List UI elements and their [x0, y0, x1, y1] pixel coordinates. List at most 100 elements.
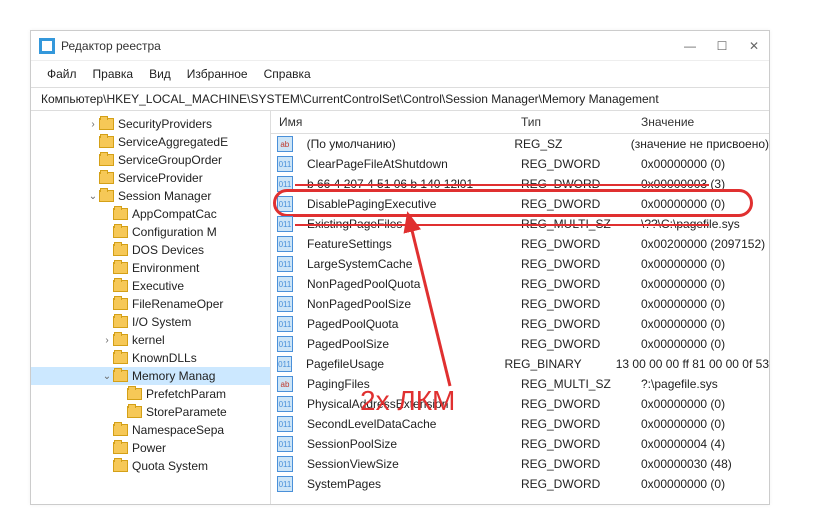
- content-area: ›SecurityProvidersServiceAggregatedE Serv…: [31, 111, 769, 504]
- value-row[interactable]: 011NonPagedPoolSizeREG_DWORD0x00000000 (…: [271, 294, 769, 314]
- value-type: REG_SZ: [514, 137, 630, 151]
- binary-value-icon: 011: [277, 296, 293, 312]
- binary-value-icon: 011: [277, 256, 293, 272]
- folder-icon: [113, 280, 128, 292]
- value-data: 0x00000000 (0): [641, 197, 769, 211]
- value-row[interactable]: 011PagedPoolQuotaREG_DWORD0x00000000 (0): [271, 314, 769, 334]
- values-pane: Имя Тип Значение ab(По умолчанию)REG_SZ(…: [271, 111, 769, 504]
- value-row[interactable]: 011SessionPoolSizeREG_DWORD0x00000004 (4…: [271, 434, 769, 454]
- minimize-button[interactable]: —: [683, 39, 697, 53]
- col-header-value[interactable]: Значение: [641, 115, 769, 129]
- tree-item[interactable]: ⌄ Session Manager: [31, 187, 270, 205]
- value-row[interactable]: 011PagefileUsageREG_BINARY13 00 00 00 ff…: [271, 354, 769, 374]
- tree-item[interactable]: ›SecurityProviders: [31, 115, 270, 133]
- string-value-icon: ab: [277, 136, 293, 152]
- tree-item-label: Configuration M: [132, 225, 217, 239]
- tree-item-label: ServiceGroupOrder: [118, 153, 222, 167]
- tree-item[interactable]: PrefetchParam: [31, 385, 270, 403]
- caret-down-icon[interactable]: ⌄: [101, 371, 113, 382]
- tree-item[interactable]: StoreParamete: [31, 403, 270, 421]
- caret-right-icon[interactable]: ›: [87, 119, 99, 130]
- folder-icon: [113, 370, 128, 382]
- value-type: REG_DWORD: [521, 417, 641, 431]
- tree-item-label: Power: [132, 441, 166, 455]
- value-row[interactable]: 011NonPagedPoolQuotaREG_DWORD0x00000000 …: [271, 274, 769, 294]
- tree-item-label: StoreParamete: [146, 405, 227, 419]
- value-name: ClearPageFileAtShutdown: [299, 157, 521, 171]
- maximize-button[interactable]: ☐: [715, 39, 729, 53]
- col-header-type[interactable]: Тип: [521, 115, 641, 129]
- value-type: REG_DWORD: [521, 397, 641, 411]
- value-name: SystemPages: [299, 477, 521, 491]
- folder-icon: [99, 190, 114, 202]
- menu-edit[interactable]: Правка: [87, 65, 140, 83]
- value-name: b 66 4 207 4 51 06 b 140 12l01: [299, 177, 521, 191]
- menu-favorites[interactable]: Избранное: [181, 65, 254, 83]
- string-value-icon: ab: [277, 376, 293, 392]
- col-header-name[interactable]: Имя: [271, 115, 521, 129]
- value-name: ExistingPageFiles: [299, 217, 521, 231]
- value-data: 0x00000000 (0): [641, 297, 769, 311]
- value-row[interactable]: ab(По умолчанию)REG_SZ(значение не присв…: [271, 134, 769, 154]
- caret-right-icon[interactable]: ›: [101, 335, 113, 346]
- tree-item[interactable]: NamespaceSepa: [31, 421, 270, 439]
- app-icon: [39, 38, 55, 54]
- tree-item[interactable]: KnownDLLs: [31, 349, 270, 367]
- caret-down-icon[interactable]: ⌄: [87, 191, 99, 202]
- folder-icon: [113, 442, 128, 454]
- tree-item[interactable]: Power: [31, 439, 270, 457]
- value-name: DisablePagingExecutive: [299, 197, 521, 211]
- value-type: REG_BINARY: [504, 357, 615, 371]
- binary-value-icon: 011: [277, 396, 293, 412]
- value-data: 0x00000003 (3): [641, 177, 769, 191]
- value-row[interactable]: 011SessionViewSizeREG_DWORD0x00000030 (4…: [271, 454, 769, 474]
- menu-help[interactable]: Справка: [258, 65, 317, 83]
- value-row[interactable]: 011ClearPageFileAtShutdownREG_DWORD0x000…: [271, 154, 769, 174]
- tree-item[interactable]: Environment: [31, 259, 270, 277]
- value-name: SecondLevelDataCache: [299, 417, 521, 431]
- value-row[interactable]: abPagingFilesREG_MULTI_SZ?:\pagefile.sys: [271, 374, 769, 394]
- value-row[interactable]: 011LargeSystemCacheREG_DWORD0x00000000 (…: [271, 254, 769, 274]
- tree-item[interactable]: Executive: [31, 277, 270, 295]
- tree-item[interactable]: ServiceGroupOrder: [31, 151, 270, 169]
- value-data: 0x00000000 (0): [641, 417, 769, 431]
- value-row[interactable]: 011b 66 4 207 4 51 06 b 140 12l01REG_DWO…: [271, 174, 769, 194]
- tree-item[interactable]: FileRenameOper: [31, 295, 270, 313]
- value-row[interactable]: 011SystemPagesREG_DWORD0x00000000 (0): [271, 474, 769, 494]
- menu-view[interactable]: Вид: [143, 65, 177, 83]
- folder-icon: [127, 388, 142, 400]
- value-row[interactable]: 011FeatureSettingsREG_DWORD0x00200000 (2…: [271, 234, 769, 254]
- value-type: REG_MULTI_SZ: [521, 377, 641, 391]
- tree-item-label: DOS Devices: [132, 243, 204, 257]
- value-row[interactable]: 011SecondLevelDataCacheREG_DWORD0x000000…: [271, 414, 769, 434]
- value-data: 0x00000000 (0): [641, 277, 769, 291]
- value-row[interactable]: 011PagedPoolSizeREG_DWORD0x00000000 (0): [271, 334, 769, 354]
- tree-item-label: KnownDLLs: [132, 351, 197, 365]
- tree-item[interactable]: › kernel: [31, 331, 270, 349]
- tree-item[interactable]: DOS Devices: [31, 241, 270, 259]
- value-row[interactable]: 011ExistingPageFilesREG_MULTI_SZ\??\C:\p…: [271, 214, 769, 234]
- value-name: PagedPoolQuota: [299, 317, 521, 331]
- close-button[interactable]: ✕: [747, 39, 761, 53]
- value-name: PagingFiles: [299, 377, 521, 391]
- tree-item[interactable]: ⌄Memory Manag: [31, 367, 270, 385]
- tree-item-label: Session Manager: [118, 189, 211, 203]
- value-name: PhysicalAddressExtension: [299, 397, 521, 411]
- tree-item[interactable]: ServiceProvider: [31, 169, 270, 187]
- menu-file[interactable]: Файл: [41, 65, 83, 83]
- value-type: REG_DWORD: [521, 257, 641, 271]
- folder-icon: [113, 460, 128, 472]
- address-bar[interactable]: Компьютер\HKEY_LOCAL_MACHINE\SYSTEM\Curr…: [31, 87, 769, 111]
- value-name: LargeSystemCache: [299, 257, 521, 271]
- window-title: Редактор реестра: [61, 39, 683, 53]
- tree-item[interactable]: ServiceAggregatedE: [31, 133, 270, 151]
- value-row[interactable]: 011DisablePagingExecutiveREG_DWORD0x0000…: [271, 194, 769, 214]
- tree-item[interactable]: I/O System: [31, 313, 270, 331]
- tree-item[interactable]: AppCompatCac: [31, 205, 270, 223]
- menubar: Файл Правка Вид Избранное Справка: [31, 61, 769, 87]
- tree-item[interactable]: Quota System: [31, 457, 270, 475]
- tree-pane[interactable]: ›SecurityProvidersServiceAggregatedE Serv…: [31, 111, 271, 504]
- tree-item-label: kernel: [132, 333, 165, 347]
- tree-item[interactable]: Configuration M: [31, 223, 270, 241]
- value-row[interactable]: 011PhysicalAddressExtensionREG_DWORD0x00…: [271, 394, 769, 414]
